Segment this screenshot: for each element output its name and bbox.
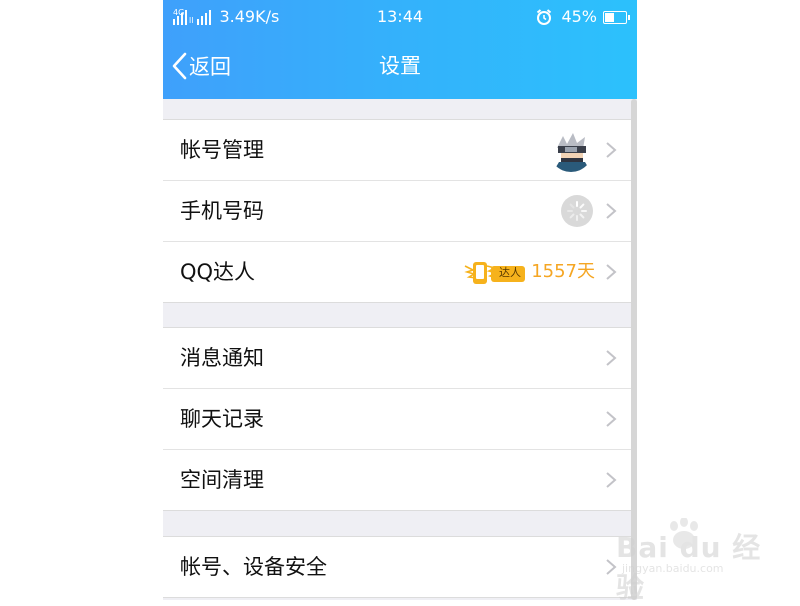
battery-percent: 45% bbox=[561, 7, 597, 26]
chevron-right-icon bbox=[606, 559, 617, 575]
qq-expert-badge: 达人 bbox=[463, 260, 527, 286]
watermark-sub: jingyan.baidu.com bbox=[622, 562, 724, 575]
chevron-right-icon bbox=[606, 472, 617, 488]
row-label: 帐号管理 bbox=[180, 138, 264, 162]
row-label: 帐号、设备安全 bbox=[180, 555, 327, 579]
badge-label: 达人 bbox=[499, 266, 521, 279]
scrollbar[interactable] bbox=[631, 99, 637, 600]
row-label: 消息通知 bbox=[180, 346, 264, 370]
page-title: 设置 bbox=[379, 54, 421, 78]
loading-spinner-icon bbox=[561, 195, 593, 227]
header-bar: 4G ll 3.49K/s 13:44 45% 返回 设置 bbox=[163, 0, 637, 99]
settings-group-messages: 消息通知 聊天记录 空间清理 bbox=[163, 327, 631, 511]
avatar bbox=[549, 128, 593, 172]
chevron-right-icon bbox=[606, 350, 617, 366]
settings-group-security: 帐号、设备安全 bbox=[163, 536, 631, 598]
row-account-management[interactable]: 帐号管理 bbox=[163, 120, 631, 181]
expert-days: 1557天 bbox=[531, 261, 595, 282]
row-label: 手机号码 bbox=[180, 199, 264, 223]
chevron-right-icon bbox=[606, 142, 617, 158]
row-message-notifications[interactable]: 消息通知 bbox=[163, 328, 631, 389]
battery-fill bbox=[605, 12, 614, 22]
row-label: 聊天记录 bbox=[180, 407, 264, 431]
paw-icon bbox=[670, 518, 698, 549]
chevron-right-icon bbox=[606, 264, 617, 280]
phone-screen: 4G ll 3.49K/s 13:44 45% 返回 设置 帐号管理 手机号码 … bbox=[163, 0, 637, 600]
alarm-icon bbox=[537, 9, 552, 25]
chevron-right-icon bbox=[606, 411, 617, 427]
chevron-right-icon bbox=[606, 203, 617, 219]
status-right: 45% bbox=[535, 6, 630, 28]
row-account-device-security[interactable]: 帐号、设备安全 bbox=[163, 537, 631, 597]
watermark-main: Bai du 经验 bbox=[616, 531, 762, 604]
row-qq-expert[interactable]: QQ达人 达人 1557天 bbox=[163, 242, 631, 302]
row-label: QQ达人 bbox=[180, 260, 256, 284]
row-label: 空间清理 bbox=[180, 468, 264, 492]
row-phone-number[interactable]: 手机号码 bbox=[163, 181, 631, 242]
row-chat-history[interactable]: 聊天记录 bbox=[163, 389, 631, 450]
settings-group-account: 帐号管理 手机号码 QQ达人 达人 1557天 bbox=[163, 119, 631, 303]
battery-icon bbox=[603, 10, 630, 24]
row-storage-cleanup[interactable]: 空间清理 bbox=[163, 450, 631, 510]
